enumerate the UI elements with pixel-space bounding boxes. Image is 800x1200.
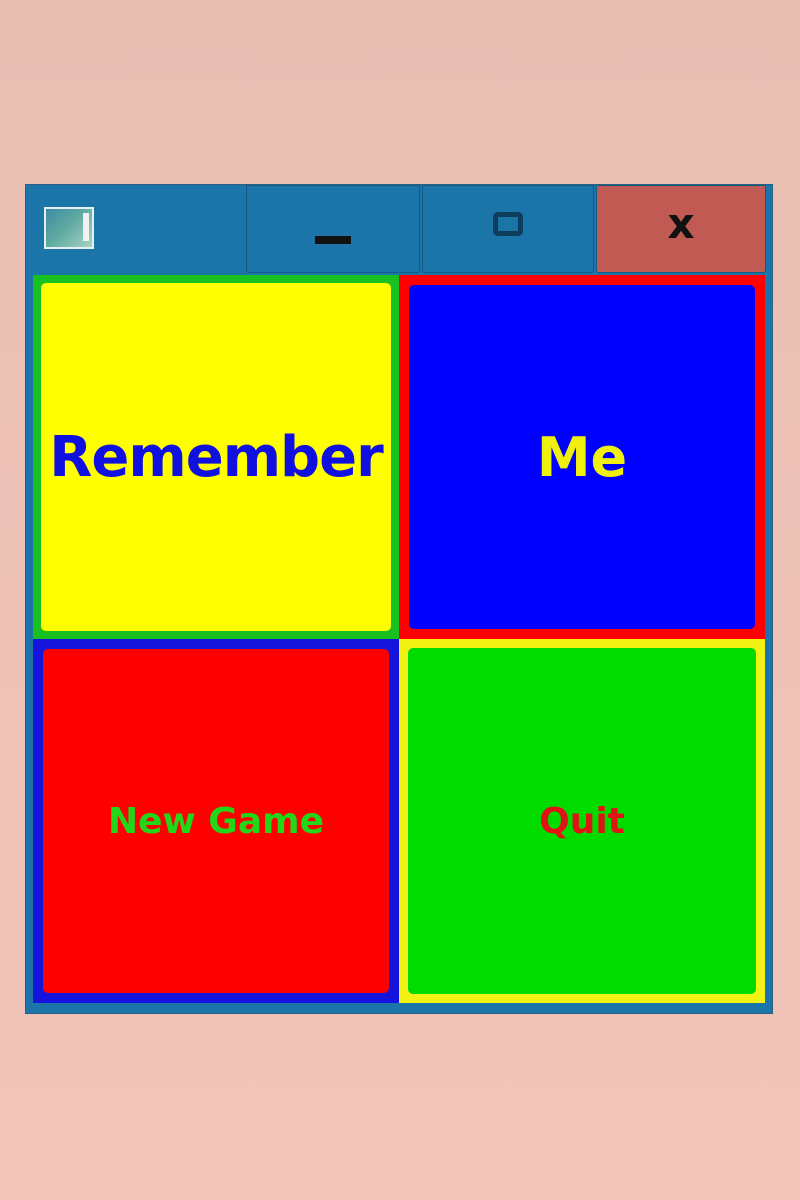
game-window: x Remember Me New Game Quit <box>25 184 773 1014</box>
maximize-button[interactable] <box>422 185 594 273</box>
remember-tile[interactable]: Remember <box>33 275 399 639</box>
new-game-button[interactable]: New Game <box>33 639 399 1003</box>
close-icon: x <box>667 199 695 248</box>
maximize-icon <box>493 212 523 236</box>
new-game-label: New Game <box>107 800 325 842</box>
quit-button[interactable]: Quit <box>399 639 765 1003</box>
app-window-icon[interactable] <box>44 207 94 249</box>
quit-label: Quit <box>539 800 625 842</box>
minimize-button[interactable] <box>246 185 420 273</box>
me-label: Me <box>536 425 628 489</box>
close-button[interactable]: x <box>596 185 766 273</box>
title-bar[interactable]: x <box>26 185 772 275</box>
me-tile[interactable]: Me <box>399 275 765 639</box>
minimize-icon <box>315 236 351 244</box>
app-icon-area <box>26 185 246 275</box>
menu-grid: Remember Me New Game Quit <box>33 275 765 1003</box>
remember-label: Remember <box>49 424 383 490</box>
